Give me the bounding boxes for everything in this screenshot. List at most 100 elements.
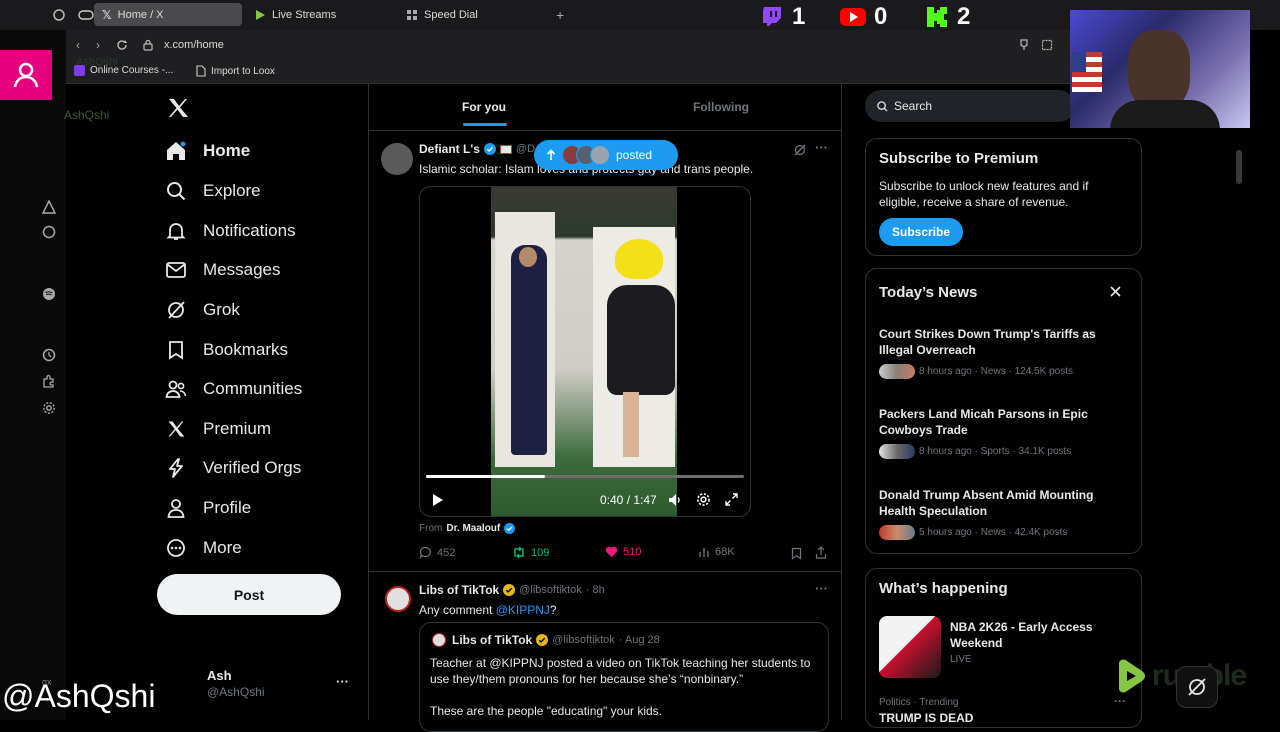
analytics-icon (699, 548, 709, 557)
tweet-header: Defiant L's @D (419, 142, 535, 156)
back-icon[interactable]: ‹ (76, 38, 80, 52)
nav-home[interactable]: Home (165, 134, 250, 168)
play-icon[interactable] (432, 493, 444, 507)
tweet-header: Libs of TikTok @libsoftiktok · 8h (419, 583, 605, 597)
gear-icon[interactable] (696, 492, 711, 507)
yellow-wig (615, 239, 663, 279)
ghost-username: AshQshi (76, 56, 118, 68)
reload-icon[interactable] (116, 39, 128, 51)
chatgpt-icon[interactable] (42, 225, 56, 239)
quoted-header: Libs of TikTok @libsoftiktok · Aug 28 (452, 633, 660, 647)
avatar-stack (879, 444, 915, 459)
news-item[interactable]: Packers Land Micah Parsons in Epic Cowbo… (879, 406, 1129, 459)
settings-icon[interactable] (42, 401, 56, 415)
bookmark-icon[interactable] (791, 547, 802, 560)
nav-notifications[interactable]: Notifications (165, 214, 296, 248)
like-button[interactable]: 510 (605, 546, 641, 558)
video-progress-track[interactable] (426, 475, 744, 478)
avatar (164, 664, 200, 700)
grok-floating-button[interactable] (1176, 666, 1218, 708)
event-item[interactable]: NBA 2K26 - Early Access Weekend LIVE (950, 619, 1093, 665)
nav-verified-orgs[interactable]: Verified Orgs (165, 451, 301, 485)
more-circle-icon (167, 539, 185, 557)
legs (623, 392, 639, 457)
search-box[interactable]: Search (865, 90, 1075, 122)
account-switcher[interactable]: Ash @AshQshi ··· (160, 662, 355, 704)
new-posts-pill[interactable]: posted (534, 140, 678, 170)
quoted-tweet[interactable]: Libs of TikTok @libsoftiktok · Aug 28 Te… (419, 622, 829, 732)
tweet-menu-icon[interactable]: ··· (815, 140, 828, 155)
aria-icon[interactable] (42, 200, 56, 214)
mention-link[interactable]: @KIPPNJ (489, 656, 543, 670)
nav-profile[interactable]: Profile (165, 491, 251, 525)
flag-icon (499, 144, 512, 154)
news-item[interactable]: Court Strikes Down Trump's Tariffs as Il… (879, 326, 1129, 379)
video-time: 0:40 / 1:47 (600, 493, 657, 507)
quoted-text-line-2: use they/them pronouns for her because s… (430, 672, 744, 686)
more-dots-icon: ··· (336, 674, 349, 689)
reply-button[interactable]: 452 (419, 546, 455, 559)
streamer-body (1110, 100, 1220, 128)
x-logo[interactable] (166, 96, 190, 120)
tweet-actions: 452 109 510 68K (419, 546, 829, 562)
x-logo-icon: 𝕏 (102, 7, 112, 22)
fullscreen-icon[interactable] (725, 493, 738, 506)
search-input[interactable]: Search (894, 99, 932, 113)
forward-icon[interactable]: › (96, 38, 100, 52)
news-item[interactable]: Donald Trump Absent Amid Mounting Health… (879, 487, 1129, 540)
screenshot-icon[interactable] (1041, 39, 1053, 51)
views-button[interactable]: 68K (698, 546, 735, 558)
premium-card: Subscribe to Premium Subscribe to unlock… (865, 138, 1142, 256)
avatar-stack (879, 525, 915, 540)
trend-item[interactable]: Politics · Trending TRUMP IS DEAD (879, 697, 973, 726)
tab-home-x[interactable]: 𝕏 Home / X (94, 3, 242, 26)
dark-dress-figure (607, 285, 675, 395)
video-player[interactable]: 0:40 / 1:47 (419, 186, 751, 517)
tab-for-you[interactable]: For you (369, 84, 599, 130)
nav-grok[interactable]: Grok (165, 293, 240, 327)
post-button[interactable]: Post (157, 574, 341, 615)
extensions-icon[interactable] (42, 374, 56, 388)
person-figure (511, 245, 547, 455)
profile-badge[interactable] (0, 50, 52, 100)
volume-icon[interactable] (668, 493, 682, 507)
tweet-menu-icon[interactable]: ··· (815, 581, 828, 596)
nav-bookmarks[interactable]: Bookmarks (165, 333, 288, 367)
grok-tweet-icon[interactable] (794, 144, 806, 156)
source-link[interactable]: Dr. Maalouf (446, 523, 500, 534)
close-icon[interactable] (1110, 286, 1121, 297)
nav-communities[interactable]: Communities (165, 372, 302, 406)
tab-live-streams[interactable]: Live Streams (246, 3, 386, 26)
repost-button[interactable]: 109 (512, 546, 549, 559)
scrollbar-thumb[interactable] (1236, 150, 1242, 184)
gold-verified-badge-icon (536, 634, 549, 646)
mention-link[interactable]: @KIPPNJ (496, 603, 550, 617)
bookmark-import-loox[interactable]: Import to Loox (196, 65, 275, 77)
tweet-defiant-ls[interactable]: Defiant L's @D ··· Islamic scholar: Isla… (369, 131, 841, 571)
youtube-icon (840, 8, 866, 26)
share-icon[interactable] (815, 546, 827, 559)
subscribe-button[interactable]: Subscribe (879, 218, 963, 246)
browser-sidebar: AshQshi AshQshi gx (0, 30, 118, 720)
avatar (381, 143, 413, 175)
tweet-libs-of-tiktok[interactable]: Libs of TikTok @libsoftiktok · 8h ··· An… (369, 572, 841, 732)
nav-premium[interactable]: Premium (165, 412, 271, 446)
play-icon (256, 9, 265, 20)
nav-messages[interactable]: Messages (165, 253, 280, 287)
bookmark-icon (169, 341, 183, 360)
event-thumbnail[interactable] (879, 616, 941, 678)
user-icon (13, 62, 39, 88)
flag-overlay (1072, 52, 1102, 92)
nav-more[interactable]: More (165, 531, 242, 565)
url-field[interactable]: x.com/home (164, 39, 224, 51)
spotify-icon[interactable] (42, 287, 56, 301)
nav-explore[interactable]: Explore (165, 174, 261, 208)
tweet-text: Any comment @KIPPNJ? (419, 603, 557, 617)
trend-menu-icon[interactable]: ··· (1114, 694, 1126, 708)
history-icon[interactable] (42, 348, 56, 362)
pin-icon[interactable] (1019, 39, 1029, 51)
tab-speed-dial[interactable]: Speed Dial (398, 3, 538, 26)
tab-following[interactable]: Following (606, 84, 836, 130)
reply-icon (419, 546, 431, 559)
new-tab-button[interactable]: + (548, 3, 572, 26)
